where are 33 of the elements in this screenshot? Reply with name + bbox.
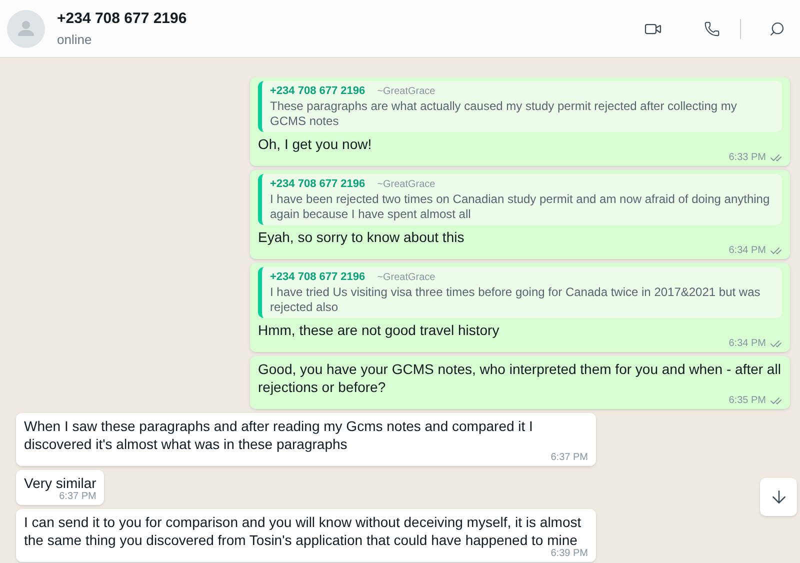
message-time: 6:35 PM [728, 394, 766, 408]
quote-sender: +234 708 677 2196 [270, 270, 366, 284]
message-time: 6:33 PM [728, 151, 766, 165]
message-time: 6:39 PM [550, 547, 588, 561]
quote-author: ~GreatGrace [377, 178, 436, 192]
contact-name: +234 708 677 2196 [57, 8, 187, 28]
quote-sender: +234 708 677 2196 [270, 177, 366, 191]
quote-text: These paragraphs are what actually caused my study permit rejected after collecting my GCMS notes [270, 99, 738, 129]
message-text: Good, you have your GCMS notes, who interpreted them for you and when - after all rejections or before? [258, 360, 782, 396]
read-ticks-icon [770, 244, 782, 256]
quote-sender: +234 708 677 2196 [270, 84, 366, 98]
message-time: 6:37 PM [59, 490, 96, 504]
message-text: Hmm, these are not good travel history [258, 321, 500, 339]
message-text: Oh, I get you now! [258, 135, 373, 153]
search-icon [769, 20, 785, 36]
message-text: Very similar [24, 474, 96, 492]
read-ticks-icon [770, 394, 782, 406]
quote-author: ~GreatGrace [377, 85, 436, 99]
quote-text: I have been rejected two times on Canadian study permit and am now afraid of doing anything again because I have spent almost all [270, 192, 771, 222]
person-icon [16, 18, 36, 38]
message-time: 6:37 PM [550, 451, 588, 465]
scroll-down-button[interactable] [760, 478, 797, 516]
message-time: 6:34 PM [728, 244, 766, 258]
quote-author: ~GreatGrace [377, 271, 436, 285]
quote-text: I have tried Us visiting visa three times before going for Canada twice in 2017&2021 but was rejected also [270, 285, 762, 315]
read-ticks-icon [770, 338, 782, 350]
read-ticks-icon [770, 152, 782, 164]
message-time: 6:34 PM [728, 337, 766, 351]
message-text: I can send it to you for comparison and you will know without deceiving myself, it is almost the same thing you discovered from Tosin's application that could have happened to mine [24, 513, 582, 549]
message-text: When I saw these paragraphs and after reading my Gcms notes and compared it I discovered it's almost what was in these paragraphs [24, 417, 534, 453]
message-text: Eyah, so sorry to know about this [258, 228, 466, 246]
contact-status: online [57, 31, 93, 49]
phone-icon [704, 20, 720, 36]
